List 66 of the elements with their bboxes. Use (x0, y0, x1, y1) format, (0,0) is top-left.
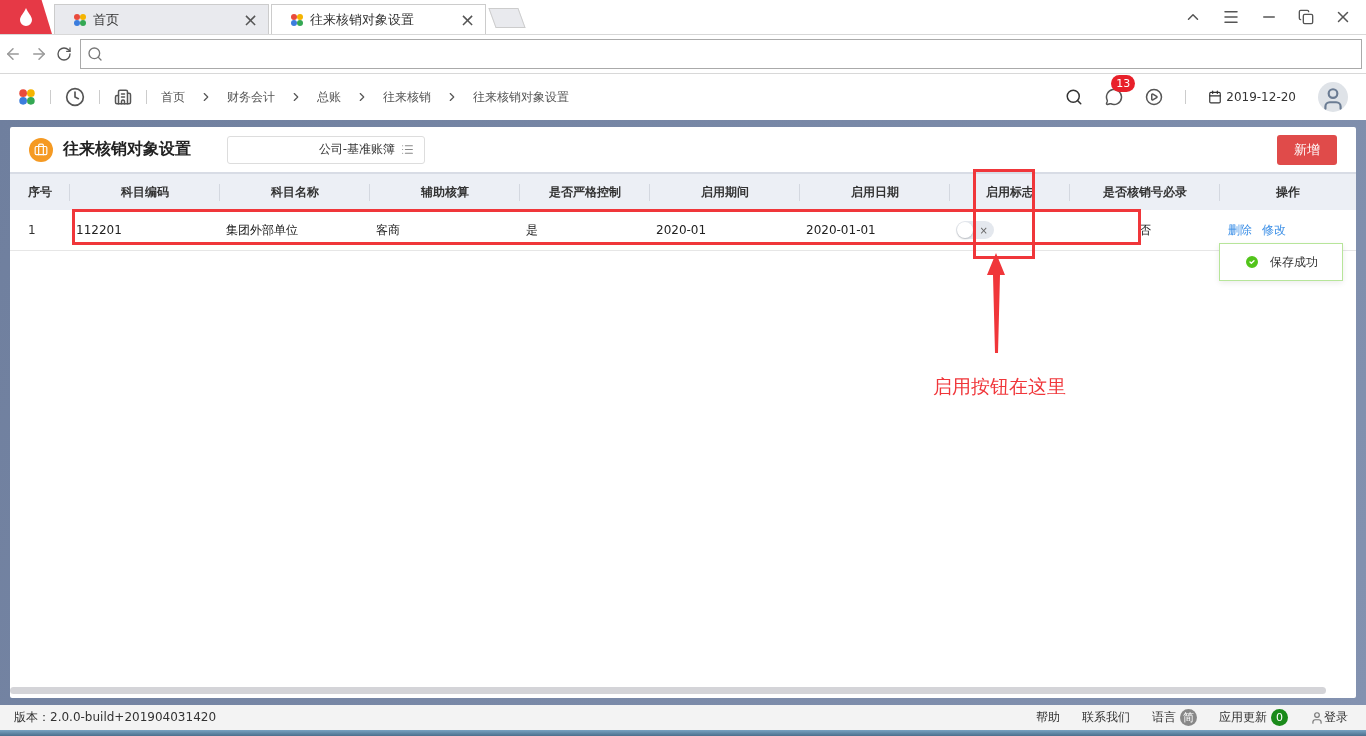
app-icon (290, 12, 304, 27)
column-header: 操作 (1275, 183, 1301, 201)
column-header: 序号 (10, 183, 70, 201)
browser-logo[interactable] (0, 0, 52, 34)
toast-text: 保存成功 (1270, 253, 1318, 271)
column-header: 启用期间 (650, 183, 800, 201)
reload-icon[interactable] (56, 46, 72, 62)
footer-link[interactable]: 语言 (1152, 709, 1176, 726)
language-badge: 简 (1180, 709, 1197, 726)
column-header: 是否严格控制 (520, 183, 650, 201)
table-cell-text: 集团外部单位 (225, 221, 299, 239)
table-cell-text: 否 (1138, 221, 1152, 239)
column-header: 启用日期 (800, 183, 950, 201)
footer-link[interactable]: 应用更新 (1219, 709, 1267, 726)
column-header: 辅助核算 (370, 183, 520, 201)
check-icon (1244, 254, 1260, 270)
column-header: 科目编码 (70, 183, 220, 201)
calendar-icon (1208, 90, 1223, 104)
browser-tab[interactable]: 首页 × (54, 4, 269, 34)
breadcrumb-item[interactable]: 往来核销 (383, 88, 431, 106)
table-cell-text: 2020-01-01 (805, 223, 877, 237)
add-button[interactable]: 新增 (1277, 134, 1337, 165)
table-cell-text: 客商 (375, 221, 401, 239)
back-icon[interactable] (4, 45, 22, 63)
user-avatar[interactable] (1318, 82, 1348, 112)
clock-icon[interactable] (65, 87, 85, 107)
search-icon[interactable] (1065, 88, 1084, 106)
briefcase-icon (29, 137, 53, 162)
table-cell-text: 2020-01 (655, 223, 708, 237)
action-link[interactable]: 删除 (1228, 221, 1252, 239)
browser-tab[interactable]: 往来核销对象设置 × (271, 4, 486, 34)
table-cell-text: 是 (525, 221, 539, 239)
column-header: 科目名称 (220, 183, 370, 201)
forward-icon[interactable] (30, 45, 48, 63)
notification-badge: 13 (1111, 75, 1136, 92)
login-link[interactable]: 登录 (1324, 709, 1348, 726)
current-date: 2019-12-20 (1226, 90, 1296, 104)
footer-link[interactable]: 联系我们 (1082, 709, 1130, 726)
close-tab-button[interactable]: × (242, 9, 258, 30)
table-cell-text: 1 (27, 223, 37, 237)
table-cell-text: 112201 (75, 223, 123, 237)
breadcrumb-item[interactable]: 财务会计 (227, 88, 275, 106)
breadcrumb-item[interactable]: 往来核销对象设置 (473, 88, 569, 106)
version-text: 版本：2.0.0-build+201904031420 (14, 709, 217, 726)
annotation-text: 启用按钮在这里 (933, 374, 1066, 399)
app-icon (73, 12, 87, 27)
building-icon[interactable] (114, 88, 132, 106)
column-header: 是否核销号必录 (1070, 183, 1220, 201)
user-icon (1310, 710, 1324, 725)
restore-icon[interactable] (1298, 9, 1314, 25)
footer-link[interactable]: 帮助 (1036, 709, 1060, 726)
breadcrumb-item[interactable]: 首页 (161, 88, 185, 106)
close-tab-button[interactable]: × (459, 9, 475, 30)
page-title: 往来核销对象设置 (63, 139, 191, 160)
drop-icon (19, 8, 33, 26)
search-icon (87, 46, 103, 62)
ledger-selector[interactable]: 公司-基准账簿 (227, 135, 425, 164)
action-link[interactable]: 修改 (1262, 221, 1286, 239)
update-badge: 0 (1271, 709, 1288, 726)
message-icon[interactable] (1105, 88, 1124, 106)
app-icon[interactable] (18, 88, 36, 106)
play-icon[interactable] (1145, 88, 1164, 106)
enable-switch[interactable]: × (956, 221, 994, 239)
list-icon (401, 143, 414, 156)
menu-icon[interactable] (1222, 8, 1240, 26)
breadcrumb-item[interactable]: 总账 (317, 88, 341, 106)
